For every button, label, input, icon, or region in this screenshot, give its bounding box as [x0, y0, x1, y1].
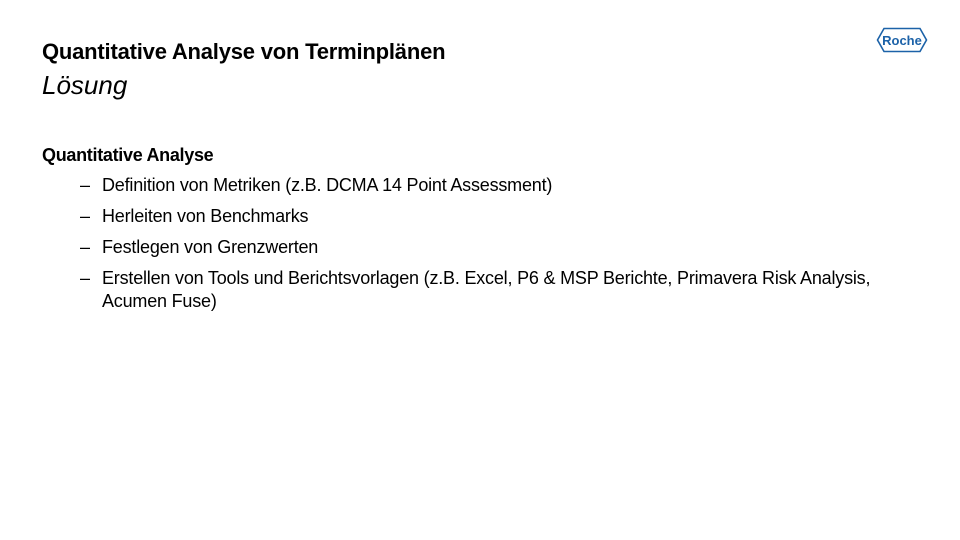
list-item: – Erstellen von Tools und Berichtsvorlag… — [42, 267, 922, 313]
dash-bullet-icon: – — [80, 175, 90, 195]
list-item-text: Festlegen von Grenzwerten — [102, 237, 319, 257]
bullet-list: – Definition von Metriken (z.B. DCMA 14 … — [42, 174, 922, 313]
list-item: – Festlegen von Grenzwerten — [42, 236, 922, 259]
slide-body: Quantitative Analyse – Definition von Me… — [42, 143, 922, 313]
slide-subtitle: Lösung — [42, 70, 128, 100]
section-heading: Quantitative Analyse — [42, 145, 214, 165]
list-item: – Definition von Metriken (z.B. DCMA 14 … — [42, 174, 922, 197]
list-item: – Herleiten von Benchmarks — [42, 205, 922, 228]
logo-text: Roche — [882, 33, 922, 48]
list-item-text: Erstellen von Tools und Berichtsvorlagen… — [102, 268, 871, 311]
list-item-text: Definition von Metriken (z.B. DCMA 14 Po… — [102, 175, 553, 195]
dash-bullet-icon: – — [80, 237, 90, 257]
dash-bullet-icon: – — [80, 206, 90, 226]
slide-title: Quantitative Analyse von Terminplänen — [42, 39, 446, 64]
list-item-text: Herleiten von Benchmarks — [102, 206, 309, 226]
dash-bullet-icon: – — [80, 268, 90, 288]
roche-logo-icon: Roche — [876, 27, 928, 53]
roche-logo: Roche — [876, 27, 928, 53]
